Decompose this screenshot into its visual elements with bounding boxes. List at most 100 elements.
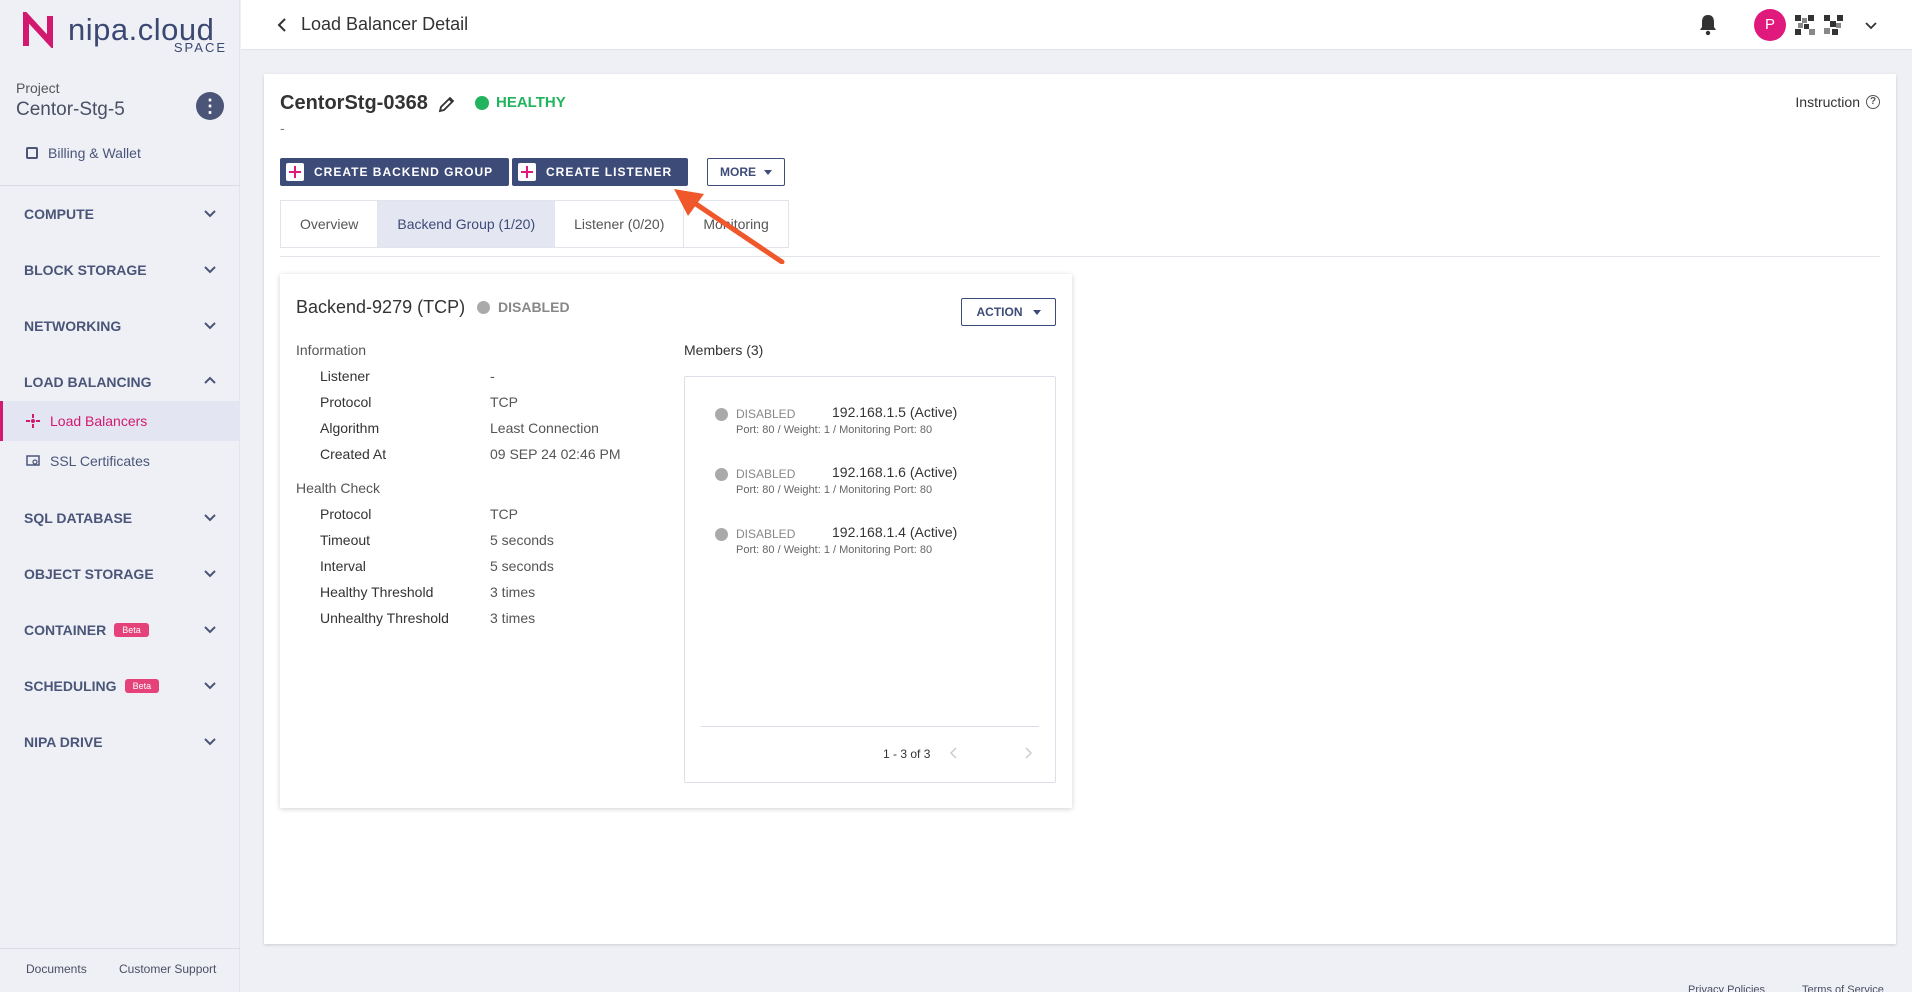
bell-icon[interactable] [1697,13,1719,37]
member-ip: 192.168.1.6 (Active) [832,464,958,480]
project-menu-button[interactable]: ⋮ [196,92,224,120]
list-item[interactable]: DISABLED 192.168.1.4 (Active) Port: 80 /… [715,523,1045,563]
load-balancer-detail-card: CentorStg-0368 HEALTHY - Instruction ? C… [264,74,1896,944]
tab-listener[interactable]: Listener (0/20) [554,200,684,248]
pagination-divider [701,726,1039,727]
project-name[interactable]: Centor-Stg-5 [16,99,125,121]
chevron-down-icon [204,570,216,578]
sidebar-item-object-storage[interactable]: OBJECT STORAGE [0,554,240,594]
backend-status: DISABLED [498,299,570,315]
sidebar-item-nipa-drive[interactable]: NIPA DRIVE [0,722,240,762]
sidebar-item-sql-database[interactable]: SQL DATABASE [0,498,240,538]
health-value: TCP [490,506,518,522]
certificate-icon [26,454,40,468]
sidebar-item-container[interactable]: CONTAINER Beta [0,610,240,650]
instruction-link[interactable]: Instruction ? [1795,94,1880,110]
chevron-down-icon[interactable] [1863,17,1879,33]
sidebar-item-networking[interactable]: NETWORKING [0,306,240,346]
member-status-dot [715,408,728,421]
sidebar-item-load-balancing[interactable]: LOAD BALANCING [0,362,240,402]
tab-backend-group[interactable]: Backend Group (1/20) [377,200,555,248]
caret-down-icon [764,169,772,175]
chevron-down-icon [204,626,216,634]
more-label: MORE [720,165,756,179]
sidebar-item-block-storage[interactable]: BLOCK STORAGE [0,250,240,290]
member-status: DISABLED [736,527,796,541]
member-status-dot [715,468,728,481]
member-status: DISABLED [736,407,796,421]
sidebar-item-ssl-certificates[interactable]: SSL Certificates [0,441,240,481]
avatar[interactable]: P [1754,9,1786,41]
sidebar-item-label: OBJECT STORAGE [24,566,154,582]
health-key: Protocol [320,506,372,522]
list-item[interactable]: DISABLED 192.168.1.5 (Active) Port: 80 /… [715,403,1045,443]
disabled-status-dot [477,301,490,314]
pagination-range: 1 - 3 of 3 [883,747,931,761]
sidebar-item-scheduling[interactable]: SCHEDULING Beta [0,666,240,706]
nipa-logo-icon [23,12,53,48]
customer-support-link[interactable]: Customer Support [119,962,216,976]
health-key: Healthy Threshold [320,584,434,600]
health-key: Timeout [320,532,371,548]
plus-icon [286,163,304,181]
sidebar-item-label: COMPUTE [24,206,94,222]
sidebar-item-label: NIPA DRIVE [24,734,103,750]
create-listener-button[interactable]: CREATE LISTENER [512,158,689,186]
health-check-label: Health Check [296,480,381,496]
sidebar-sub-label: Load Balancers [50,413,148,429]
sidebar-item-label: BLOCK STORAGE [24,262,147,278]
list-item[interactable]: DISABLED 192.168.1.6 (Active) Port: 80 /… [715,463,1045,503]
information-label: Information [296,342,367,358]
action-label: ACTION [976,305,1023,319]
plus-icon [518,163,536,181]
wallet-icon [26,147,38,159]
description: - [280,120,285,136]
tab-overview[interactable]: Overview [280,200,378,248]
beta-badge: Beta [124,679,160,693]
load-balancer-icon [26,414,40,428]
health-status: HEALTHY [496,94,566,111]
info-key: Algorithm [320,420,380,436]
health-value: 3 times [490,610,536,626]
page-title: Load Balancer Detail [301,14,469,34]
more-button[interactable]: MORE [707,158,785,186]
healthy-status-dot [475,96,489,110]
member-detail: Port: 80 / Weight: 1 / Monitoring Port: … [736,424,933,436]
info-value: 09 SEP 24 02:46 PM [490,446,621,462]
action-button[interactable]: ACTION [961,298,1056,326]
health-value: 3 times [490,584,536,600]
user-identicon-icon [1824,15,1843,35]
member-detail: Port: 80 / Weight: 1 / Monitoring Port: … [736,484,933,496]
brand-logo[interactable]: nipa.cloud SPACE [22,10,227,55]
info-key: Created At [320,446,387,462]
sidebar-item-load-balancers[interactable]: Load Balancers [0,401,240,441]
chevron-down-icon [204,322,216,330]
back-arrow-icon[interactable] [273,15,293,35]
user-identicon-icon [1795,15,1815,35]
sidebar-item-label: LOAD BALANCING [24,374,152,390]
sidebar-divider [0,185,240,186]
create-backend-group-button[interactable]: CREATE BACKEND GROUP [280,158,510,186]
chevron-down-icon [204,514,216,522]
privacy-policies-link[interactable]: Privacy Policies [1688,984,1765,992]
member-status-dot [715,528,728,541]
annotation-arrow-icon [674,189,785,264]
sidebar-item-compute[interactable]: COMPUTE [0,194,240,234]
chevron-down-icon [204,210,216,218]
documents-link[interactable]: Documents [26,962,87,976]
chevron-down-icon [204,738,216,746]
health-key: Unhealthy Threshold [320,610,449,626]
billing-wallet-link[interactable]: Billing & Wallet [26,145,141,161]
members-list: DISABLED 192.168.1.5 (Active) Port: 80 /… [684,376,1056,783]
terms-of-service-link[interactable]: Terms of Service [1802,984,1884,992]
chevron-right-icon[interactable] [1021,746,1035,760]
info-value: - [490,368,495,384]
sidebar-item-label: NETWORKING [24,318,122,334]
edit-pencil-icon[interactable] [437,94,457,114]
sidebar-item-label: SCHEDULING [24,678,117,694]
sidebar: nipa.cloud SPACE Project Centor-Stg-5 ⋮ … [0,0,240,992]
sidebar-item-label: CONTAINER [24,622,107,638]
chevron-left-icon[interactable] [947,746,961,760]
info-value: TCP [490,394,518,410]
health-value: 5 seconds [490,558,554,574]
